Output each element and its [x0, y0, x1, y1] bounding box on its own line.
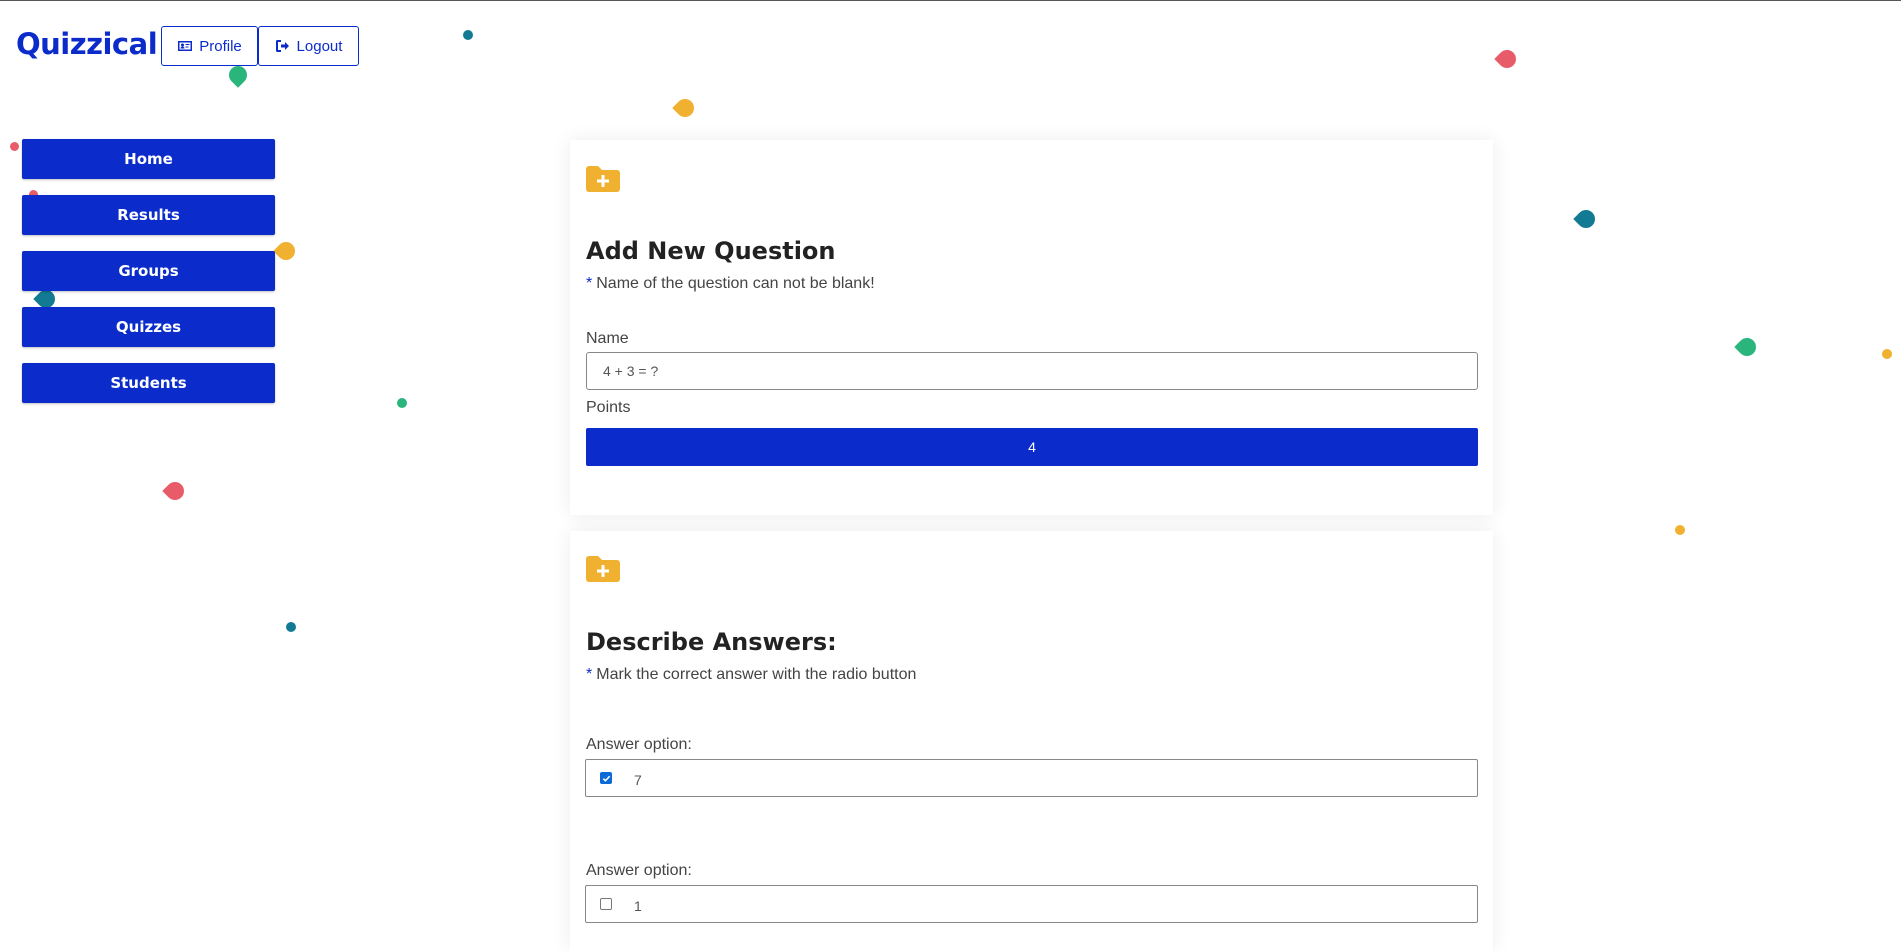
confetti-drop — [162, 478, 188, 504]
folder-plus-icon — [586, 555, 620, 583]
correct-answer-checkbox[interactable] — [600, 898, 612, 910]
question-name-input[interactable]: 4 + 3 = ? — [586, 352, 1478, 390]
app-logo[interactable]: Quizzical — [16, 27, 158, 61]
answer-option-value[interactable]: 7 — [634, 772, 642, 788]
confetti-drop — [225, 62, 251, 88]
card-title: Describe Answers: — [586, 628, 837, 656]
profile-button[interactable]: Profile — [161, 26, 258, 66]
sidebar-nav: Home Results Groups Quizzes Students — [22, 139, 275, 419]
add-question-card: Add New Question * Name of the question c… — [570, 140, 1493, 515]
logout-button[interactable]: Logout — [258, 26, 359, 66]
form-hint-text: Mark the correct answer with the radio b… — [596, 666, 917, 683]
check-icon — [602, 775, 610, 782]
describe-answers-card: Describe Answers: * Mark the correct answ… — [570, 531, 1493, 951]
confetti-dot — [286, 622, 296, 632]
name-label: Name — [586, 330, 629, 347]
confetti-drop — [1734, 334, 1760, 360]
answer-option-label: Answer option: — [586, 862, 692, 879]
confetti-dot — [397, 398, 407, 408]
id-card-icon — [178, 41, 193, 51]
form-hint: * Mark the correct answer with the radio … — [586, 666, 916, 684]
sidebar-item-results[interactable]: Results — [22, 195, 275, 235]
confetti-drop — [273, 238, 299, 264]
confetti-dot — [10, 142, 19, 151]
confetti-drop — [672, 95, 698, 121]
answer-option-row[interactable]: 7 — [585, 759, 1478, 797]
answer-option-row[interactable]: 1 — [585, 885, 1478, 923]
logout-button-label: Logout — [296, 37, 343, 55]
asterisk-icon: * — [586, 275, 593, 292]
confetti-dot — [1882, 349, 1892, 359]
sign-out-icon — [275, 40, 289, 52]
answer-option-label: Answer option: — [586, 736, 692, 753]
question-name-value: 4 + 3 = ? — [603, 363, 659, 379]
sidebar-item-quizzes[interactable]: Quizzes — [22, 307, 275, 347]
form-hint-text: Name of the question can not be blank! — [596, 275, 875, 292]
confetti-drop — [1494, 46, 1520, 72]
confetti-dot — [463, 30, 473, 40]
confetti-drop — [1573, 206, 1599, 232]
asterisk-icon: * — [586, 666, 593, 683]
correct-answer-checkbox[interactable] — [600, 772, 612, 784]
form-hint: * Name of the question can not be blank! — [586, 275, 875, 293]
points-selector[interactable]: 4 — [586, 428, 1478, 466]
sidebar-item-students[interactable]: Students — [22, 363, 275, 403]
profile-button-label: Profile — [199, 37, 242, 55]
answer-option-value[interactable]: 1 — [634, 898, 642, 914]
sidebar-item-home[interactable]: Home — [22, 139, 275, 179]
points-label: Points — [586, 399, 631, 416]
folder-plus-icon — [586, 165, 620, 193]
card-title: Add New Question — [586, 237, 836, 265]
confetti-dot — [1675, 525, 1685, 535]
sidebar-item-groups[interactable]: Groups — [22, 251, 275, 291]
